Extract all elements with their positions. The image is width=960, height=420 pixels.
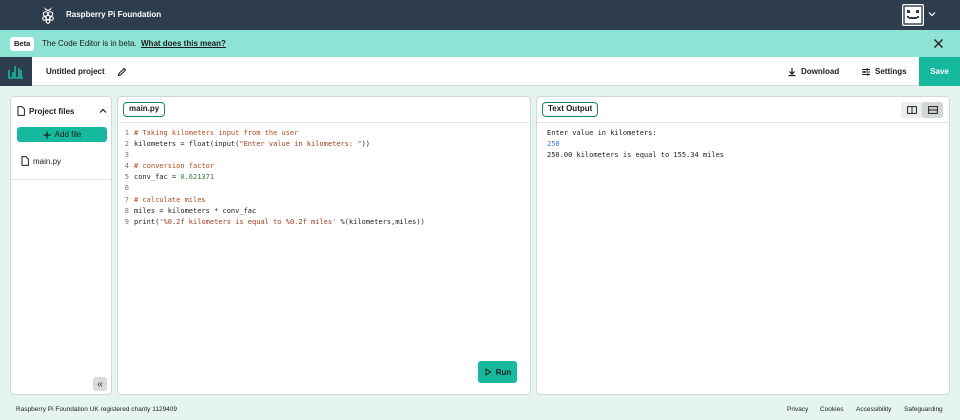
footer-link-safeguarding[interactable]: Safeguarding — [904, 406, 943, 413]
beta-banner: Beta The Code Editor is in beta. What do… — [0, 30, 960, 57]
pencil-icon[interactable] — [117, 67, 127, 77]
rows-icon — [927, 106, 938, 114]
run-button[interactable]: Run — [478, 361, 517, 383]
stacked-view-button[interactable] — [922, 102, 943, 118]
file-item-main-py[interactable]: main.py — [21, 155, 61, 167]
code-token: # Taking kilometers input from the user — [134, 129, 299, 137]
code-line: 3 — [118, 150, 530, 161]
line-number: 9 — [124, 217, 129, 226]
save-button[interactable]: Save — [919, 57, 960, 86]
play-icon — [485, 368, 492, 376]
file-icon — [17, 106, 25, 116]
settings-button[interactable]: Settings — [861, 57, 907, 86]
footer-link-accessibility[interactable]: Accessibility — [856, 406, 891, 413]
footer: Raspberry Pi Foundation UK registered ch… — [0, 402, 960, 420]
download-icon — [788, 67, 796, 76]
file-name: main.py — [33, 156, 62, 166]
close-icon[interactable] — [933, 38, 944, 49]
code-line: 7 # calculate miles — [118, 195, 530, 206]
project-name: Untitled project — [46, 67, 105, 76]
code-editor-panel: main.py 1 # Taking kilometers input from … — [117, 96, 531, 395]
chevron-up-icon[interactable] — [99, 107, 107, 115]
tab-main-py[interactable]: main.py — [123, 102, 166, 117]
view-toggle — [901, 102, 943, 118]
footer-link-privacy[interactable]: Privacy — [787, 406, 808, 413]
code-token: # conversion factor — [134, 162, 215, 171]
beta-badge: Beta — [10, 37, 35, 51]
text-output-console[interactable]: Enter value in kilometers: 250 250.00 ki… — [547, 128, 724, 161]
output-tab-bar: Text Output — [537, 97, 949, 123]
output-panel: Text Output Enter value in kilometers: 2… — [536, 96, 950, 395]
beta-info-link[interactable]: What does this mean? — [141, 30, 226, 57]
line-number: 8 — [124, 206, 129, 215]
charity-notice: Raspberry Pi Foundation UK registered ch… — [16, 406, 178, 413]
code-line: 8 miles = kilometers * conv_fac — [118, 206, 530, 217]
code-token: )) — [361, 140, 371, 149]
columns-icon — [906, 106, 917, 114]
download-label: Download — [801, 67, 840, 76]
code-token: '%0.2f kilometers is equal to %0.2f mile… — [159, 217, 337, 226]
collapse-sidebar-button[interactable]: « — [93, 377, 107, 391]
line-number: 4 — [124, 162, 129, 171]
console-user-input: 250 — [547, 140, 560, 148]
sliders-icon — [862, 68, 870, 75]
project-header: Untitled project Download Settings Save — [0, 57, 960, 86]
settings-label: Settings — [875, 67, 907, 76]
code-token: print( — [134, 217, 160, 226]
line-number: 5 — [124, 173, 129, 182]
line-number: 3 — [124, 151, 129, 160]
code-token: # calculate miles — [134, 195, 206, 204]
code-token: kilometers = float(input( — [134, 140, 240, 149]
code-editor-logo-icon[interactable] — [0, 57, 32, 86]
add-file-button[interactable]: Add file — [17, 127, 107, 142]
footer-link-cookies[interactable]: Cookies — [820, 406, 843, 413]
code-token: "Enter value in kilometers: " — [239, 140, 362, 149]
raspberry-icon[interactable] — [41, 6, 55, 24]
code-line: 6 — [118, 183, 530, 194]
code-token: miles = kilometers * conv_fac — [134, 206, 257, 215]
console-prompt: Enter value in kilometers: — [547, 129, 657, 137]
split-view-button[interactable] — [901, 102, 922, 118]
run-label: Run — [495, 367, 512, 377]
code-line: 9 print('%0.2f kilometers is equal to %0.… — [118, 217, 530, 228]
download-button[interactable]: Download — [787, 57, 839, 86]
code-token: %(kilometers,miles)) — [336, 217, 425, 226]
code-token: conv_fac = — [134, 173, 181, 182]
beta-message: The Code Editor is in beta. — [42, 39, 137, 48]
tab-text-output[interactable]: Text Output — [542, 102, 599, 117]
chevron-down-icon[interactable] — [927, 9, 937, 19]
plus-icon — [43, 131, 51, 138]
code-line: 2 kilometers = float(input("Enter value i… — [118, 139, 530, 150]
top-nav-bar: Raspberry Pi Foundation — [0, 0, 960, 30]
file-icon — [21, 156, 29, 166]
code-area[interactable]: 1 # Taking kilometers input from the user… — [118, 128, 530, 228]
line-number: 1 — [124, 129, 129, 137]
brand-name[interactable]: Raspberry Pi Foundation — [66, 0, 161, 30]
robot-face-icon[interactable] — [902, 4, 924, 26]
line-number: 2 — [124, 140, 129, 149]
code-line: 4 # conversion factor — [118, 161, 530, 172]
editor-tab-bar: main.py — [118, 97, 530, 123]
code-line: 1 # Taking kilometers input from the user — [118, 128, 530, 139]
code-line: 5 conv_fac = 0.621371 — [118, 172, 530, 183]
line-number: 7 — [124, 195, 129, 204]
add-file-label: Add file — [54, 130, 82, 139]
sidebar-header: Project files — [17, 105, 107, 117]
code-token: 0.621371 — [180, 173, 215, 182]
console-result: 250.00 kilometers is equal to 155.34 mil… — [547, 151, 725, 159]
project-files-sidebar: Project files Add file main.py « — [10, 96, 112, 395]
sidebar-title: Project files — [29, 106, 75, 116]
divider — [11, 179, 111, 180]
line-number: 6 — [124, 184, 129, 193]
